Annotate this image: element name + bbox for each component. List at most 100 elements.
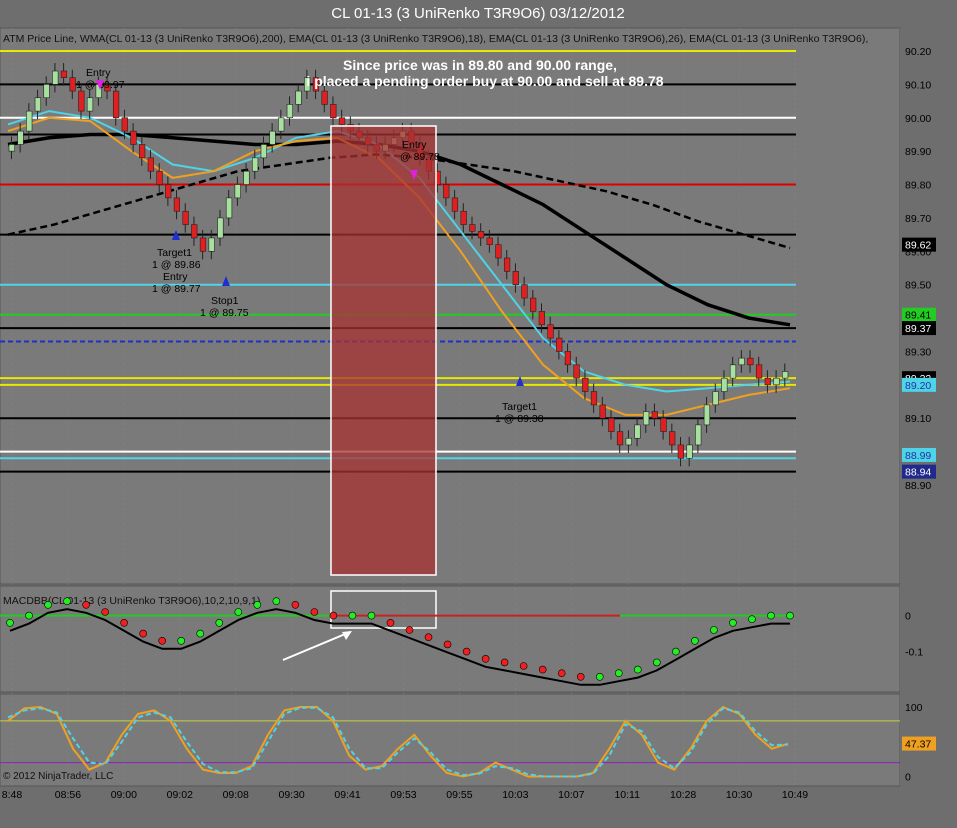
renko-bar bbox=[225, 197, 233, 219]
renko-bar bbox=[234, 184, 241, 199]
renko-bar bbox=[686, 444, 693, 459]
renko-bar bbox=[26, 110, 33, 132]
renko-bar bbox=[721, 377, 728, 392]
time-tick-label: 8:48 bbox=[2, 789, 23, 801]
macd-dot bbox=[767, 611, 775, 620]
macd-dot bbox=[519, 662, 528, 670]
price-tag-label: 88.99 bbox=[905, 450, 931, 462]
renko-bar bbox=[17, 130, 24, 145]
renko-bar bbox=[486, 237, 493, 245]
price-tick-label: 90.20 bbox=[905, 46, 931, 58]
renko-bar bbox=[60, 70, 68, 79]
renko-bar bbox=[477, 230, 485, 239]
macd-dot bbox=[614, 669, 623, 678]
renko-bar bbox=[695, 424, 702, 446]
macd-dot bbox=[500, 658, 509, 667]
renko-bar bbox=[625, 437, 632, 446]
macd-dot bbox=[462, 647, 471, 656]
trade-label-entry-3-price: @ 89.78 bbox=[400, 151, 440, 163]
renko-bar bbox=[182, 210, 189, 225]
renko-bar bbox=[755, 364, 763, 379]
trade-label-target-1-price: 1 @ 89.86 bbox=[152, 259, 201, 271]
renko-bar bbox=[243, 170, 250, 185]
macd-dot bbox=[729, 618, 737, 627]
time-tick-label: 09:53 bbox=[390, 789, 416, 801]
macd-dot bbox=[443, 640, 452, 649]
renko-bar bbox=[121, 117, 128, 132]
macd-tick-label: 0 bbox=[905, 611, 911, 623]
trade-label-target-2: Target1 bbox=[502, 401, 537, 413]
renko-bar bbox=[78, 90, 85, 112]
renko-bar bbox=[616, 431, 624, 446]
macd-dot bbox=[158, 636, 166, 645]
price-tag-label: 89.37 bbox=[905, 323, 931, 335]
macd-dot bbox=[653, 658, 661, 667]
renko-bar bbox=[208, 237, 215, 252]
annotation-line-2: i placed a pending order buy at 90.00 an… bbox=[306, 73, 663, 89]
renko-bar bbox=[338, 117, 346, 125]
renko-bar bbox=[677, 444, 684, 459]
time-tick-label: 10:11 bbox=[614, 789, 640, 801]
price-tick-label: 89.80 bbox=[905, 180, 931, 192]
renko-bar bbox=[443, 184, 450, 199]
renko-bar bbox=[495, 244, 502, 259]
trade-label-entry-2-price: 1 @ 89.77 bbox=[152, 283, 201, 295]
renko-bar bbox=[547, 324, 554, 339]
price-tag-label: 88.94 bbox=[905, 467, 931, 479]
renko-bar bbox=[538, 311, 545, 326]
macd-dot bbox=[405, 626, 414, 634]
trade-label-entry-2: Entry bbox=[163, 271, 188, 283]
renko-bar bbox=[451, 197, 459, 212]
macd-dot bbox=[748, 615, 756, 624]
macd-dot bbox=[634, 665, 642, 674]
renko-bar bbox=[191, 224, 198, 239]
renko-bar bbox=[34, 97, 42, 112]
renko-bar bbox=[669, 431, 676, 446]
renko-bar bbox=[599, 404, 606, 419]
stoch-tag-label: 47.37 bbox=[905, 739, 931, 751]
renko-bar bbox=[156, 170, 163, 185]
time-tick-label: 09:08 bbox=[223, 789, 249, 801]
macd-dot bbox=[82, 600, 90, 609]
stoch-tick-label: 0 bbox=[905, 772, 911, 784]
price-tick-label: 90.00 bbox=[905, 113, 931, 125]
time-tick-label: 10:30 bbox=[726, 789, 752, 801]
macd-dot bbox=[272, 597, 281, 606]
renko-bar bbox=[573, 364, 580, 379]
macd-dot bbox=[215, 618, 224, 627]
price-tag-label: 89.41 bbox=[905, 310, 931, 322]
renko-bar bbox=[199, 237, 207, 252]
time-tick-label: 09:30 bbox=[279, 789, 305, 801]
price-tick-label: 88.90 bbox=[905, 480, 931, 492]
renko-bar bbox=[469, 224, 476, 232]
copyright-text: © 2012 NinjaTrader, LLC bbox=[3, 771, 113, 782]
renko-bar bbox=[782, 371, 789, 379]
macd-dot bbox=[196, 629, 205, 638]
renko-bar bbox=[564, 351, 572, 366]
price-tick-label: 89.10 bbox=[905, 413, 931, 425]
renko-bar bbox=[139, 144, 146, 159]
renko-bar bbox=[330, 104, 337, 119]
renko-bar bbox=[773, 377, 780, 386]
macd-tick-label: -0.1 bbox=[905, 647, 923, 659]
renko-bar bbox=[251, 157, 259, 172]
price-tag-label: 89.20 bbox=[905, 380, 931, 392]
annotation-line-1: Since price was in 89.80 and 90.00 range… bbox=[343, 57, 617, 73]
price-tick-label: 89.50 bbox=[905, 280, 931, 292]
macd-dot bbox=[691, 636, 699, 645]
time-tick-label: 08:56 bbox=[55, 789, 81, 801]
macd-dot bbox=[329, 611, 338, 620]
renko-bar bbox=[660, 417, 667, 432]
renko-bar bbox=[608, 417, 615, 432]
macd-dot bbox=[44, 600, 52, 609]
trade-label-target-2-price: 1 @ 89.38 bbox=[495, 413, 544, 425]
trade-label-entry-3: Entry bbox=[402, 139, 427, 151]
renko-bar bbox=[590, 391, 598, 406]
macd-dot bbox=[576, 672, 585, 681]
renko-bar bbox=[651, 411, 658, 419]
macd-dot bbox=[101, 608, 109, 616]
renko-bar bbox=[69, 77, 76, 92]
renko-bar bbox=[642, 411, 650, 426]
stoch-tick-label: 100 bbox=[905, 702, 923, 714]
renko-bar bbox=[269, 130, 276, 145]
